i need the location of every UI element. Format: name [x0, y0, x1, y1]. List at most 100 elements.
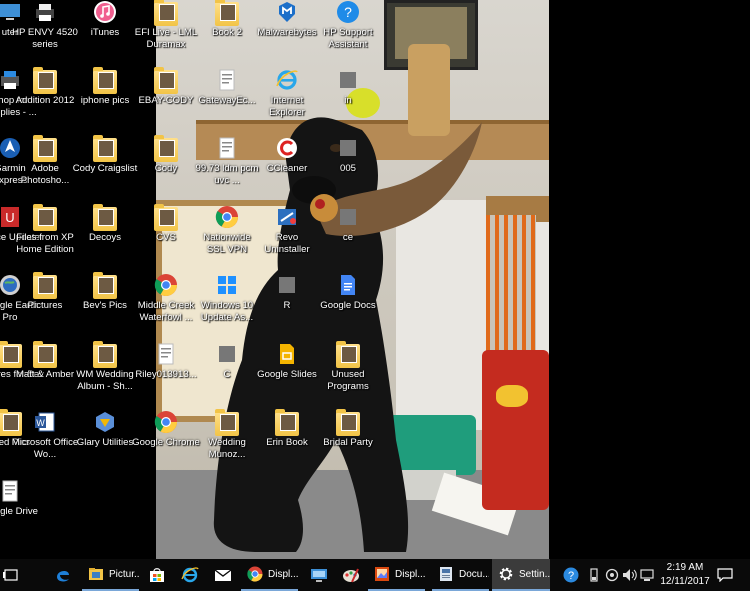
desktop-icon-files-from-xp-home-edition[interactable]: Files from XP Home Edition	[11, 204, 79, 271]
desktop-icon-label: iphone pics	[80, 95, 130, 106]
taskbar-app-settings[interactable]: Settin...	[492, 559, 550, 591]
desktop-icon-ccleaner[interactable]: CCleaner	[253, 136, 321, 202]
desktop-icon-iphone-pics[interactable]: iphone pics	[71, 67, 139, 134]
tray-device-button[interactable]	[603, 559, 621, 591]
ie-icon	[275, 68, 299, 92]
edge-icon	[57, 571, 69, 582]
taskbar-app-document[interactable]: Docu...	[432, 559, 489, 591]
taskbar: Pictur... Displ...	[0, 559, 750, 591]
tray-usb-button[interactable]	[586, 559, 602, 591]
folder-icon	[93, 135, 117, 162]
doc-icon	[154, 342, 178, 366]
desktop-icon-book-2[interactable]: Book 2	[193, 0, 261, 66]
desktop-icon-bev-s-pics[interactable]: Bev's Pics	[71, 272, 139, 339]
desktop-icon-gatewayec[interactable]: GatewayEc...	[193, 68, 261, 134]
desktop-icon-label: Files from XP Home Edition	[16, 232, 74, 255]
desktop-icon-label: Wedding Munoz...	[208, 437, 246, 460]
glary-icon	[93, 410, 117, 434]
folder-icon	[93, 67, 117, 94]
desktop-icon-label: Bridal Party	[323, 437, 373, 448]
desktop-icon-label: in	[344, 95, 352, 106]
desktop-icon-in[interactable]: in	[314, 68, 382, 134]
desktop[interactable]: uter HP ENVY 4520 series iTunes EFI Live - …	[0, 0, 750, 559]
taskbar-app-photos-display[interactable]: Displ...	[368, 559, 425, 591]
desktop-icon-erin-book[interactable]: Erin Book	[253, 409, 321, 476]
desktop-icon-label: CCleaner	[266, 163, 308, 174]
desktop-icon-label: HP ENVY 4520 series	[12, 27, 78, 50]
desktop-icon-label: Addition 2012	[15, 95, 75, 106]
action-center-button[interactable]	[714, 559, 736, 591]
desktop-icon-005[interactable]: 005	[314, 136, 382, 202]
ie-button[interactable]	[178, 559, 202, 591]
desktop-icon-hp-envy-4520-series[interactable]: HP ENVY 4520 series	[11, 0, 79, 66]
taskbar-app-pictures[interactable]: Pictur...	[82, 559, 139, 591]
remote-desktop-button[interactable]	[306, 559, 332, 591]
generic-icon	[336, 68, 360, 92]
device-icon	[605, 568, 619, 582]
desktop-icon-malwarebytes[interactable]: Malwarebytes	[253, 0, 321, 66]
desktop-icon-unused-programs[interactable]: Unused Programs	[314, 341, 382, 408]
folder-icon	[154, 135, 178, 162]
desktop-icon-bridal-party[interactable]: Bridal Party	[314, 409, 382, 476]
desktop-icon-middle-creek-waterfowl[interactable]: Middle Creek Waterfowl ...	[132, 273, 200, 339]
task-view-icon	[3, 569, 18, 581]
folder-icon	[154, 67, 178, 94]
itunes-icon	[93, 0, 117, 24]
desktop-icon-label: Internet Explorer	[269, 95, 305, 118]
tray-volume-button[interactable]	[621, 559, 639, 591]
desktop-icon-label: HP Support Assistant	[323, 27, 373, 50]
desktop-icon-decoys[interactable]: Decoys	[71, 204, 139, 271]
desktop-icon-riley013913[interactable]: Riley013913...	[132, 342, 200, 408]
desktop-icon-revo-uninstaller[interactable]: Revo Uninstaller	[253, 205, 321, 271]
desktop-icon-google-docs[interactable]: Google Docs	[314, 273, 382, 339]
desktop-icon-label: Glary Utilities	[76, 437, 134, 448]
task-view-button[interactable]	[0, 559, 22, 591]
desktop-icon-r[interactable]: R	[253, 273, 321, 339]
desktop-icon-cody-craigslist[interactable]: Cody Craigslist	[71, 135, 139, 202]
desktop-icon-nationwide-ssl-vpn[interactable]: Nationwide SSL VPN	[193, 205, 261, 271]
desktop-icon-google-drive[interactable]: Google Drive	[0, 479, 44, 545]
paint-button[interactable]	[338, 559, 364, 591]
desktop-icon-label: Google Docs	[320, 300, 376, 311]
desktop-icon-pictures[interactable]: Pictures	[11, 272, 79, 339]
desktop-icon-glary-utilities[interactable]: Glary Utilities	[71, 410, 139, 476]
hp-support-icon: ?	[336, 0, 360, 24]
desktop-icon-label: Middle Creek Waterfowl ...	[137, 300, 195, 323]
desktop-icon-internet-explorer[interactable]: Internet Explorer	[253, 68, 321, 134]
folder-icon	[154, 0, 178, 26]
desktop-icon-cody[interactable]: Cody	[132, 135, 200, 202]
desktop-icon-99-73-ldm-pcm-uvc[interactable]: 99.73 ldm pcm uvc ...	[193, 136, 261, 202]
desktop-icon-microsoft-office-wo[interactable]: W Microsoft Office Wo...	[11, 410, 79, 476]
desktop-icon-label: Riley013913...	[135, 369, 197, 380]
desktop-icon-addition-2012[interactable]: Addition 2012	[11, 67, 79, 134]
desktop-icon-hp-support-assistant[interactable]: ? HP Support Assistant	[314, 0, 382, 66]
tray-network-button[interactable]	[639, 559, 655, 591]
desktop-icon-matt-amber[interactable]: Matt & Amber	[11, 341, 79, 408]
desktop-icon-google-slides[interactable]: Google Slides	[253, 342, 321, 408]
desktop-icon-efi-live-lml-duramax[interactable]: EFI Live - LML Duramax	[132, 0, 200, 66]
desktop-icon-itunes[interactable]: iTunes	[71, 0, 139, 66]
desktop-icon-wedding-munoz[interactable]: Wedding Munoz...	[193, 409, 261, 476]
desktop-icon-label: Adobe Photosho...	[20, 163, 70, 186]
desktop-icon-cvs[interactable]: CVS	[132, 204, 200, 271]
taskbar-app-chrome-display[interactable]: Displ...	[241, 559, 298, 591]
desktop-icon-ce[interactable]: ce	[314, 205, 382, 271]
desktop-icon-label: WM Wedding Album - Sh...	[76, 369, 134, 392]
photos-icon	[374, 566, 390, 582]
generic-icon	[275, 273, 299, 297]
tray-clock[interactable]: 2:19 AM 12/11/2017	[656, 561, 714, 589]
desktop-icon-wm-wedding-album-sh[interactable]: WM Wedding Album - Sh...	[71, 341, 139, 408]
store-button[interactable]	[146, 559, 168, 591]
desktop-icon-adobe-photosho[interactable]: Adobe Photosho...	[11, 135, 79, 202]
chrome-icon	[154, 410, 178, 434]
desktop-icon-windows-10-update-as[interactable]: Windows 10 Update As...	[193, 273, 261, 339]
tray-help-button[interactable]: ?	[560, 559, 582, 591]
edge-button[interactable]	[50, 559, 76, 591]
folder-icon	[93, 341, 117, 368]
desktop-icon-ebay-cody[interactable]: EBAY-CODY	[132, 67, 200, 134]
folder-icon	[33, 341, 57, 368]
desktop-icon-c[interactable]: C	[193, 342, 261, 408]
desktop-icon-google-chrome[interactable]: Google Chrome	[132, 410, 200, 476]
mail-button[interactable]	[210, 559, 236, 591]
desktop-icon-label: Nationwide SSL VPN	[203, 232, 251, 255]
